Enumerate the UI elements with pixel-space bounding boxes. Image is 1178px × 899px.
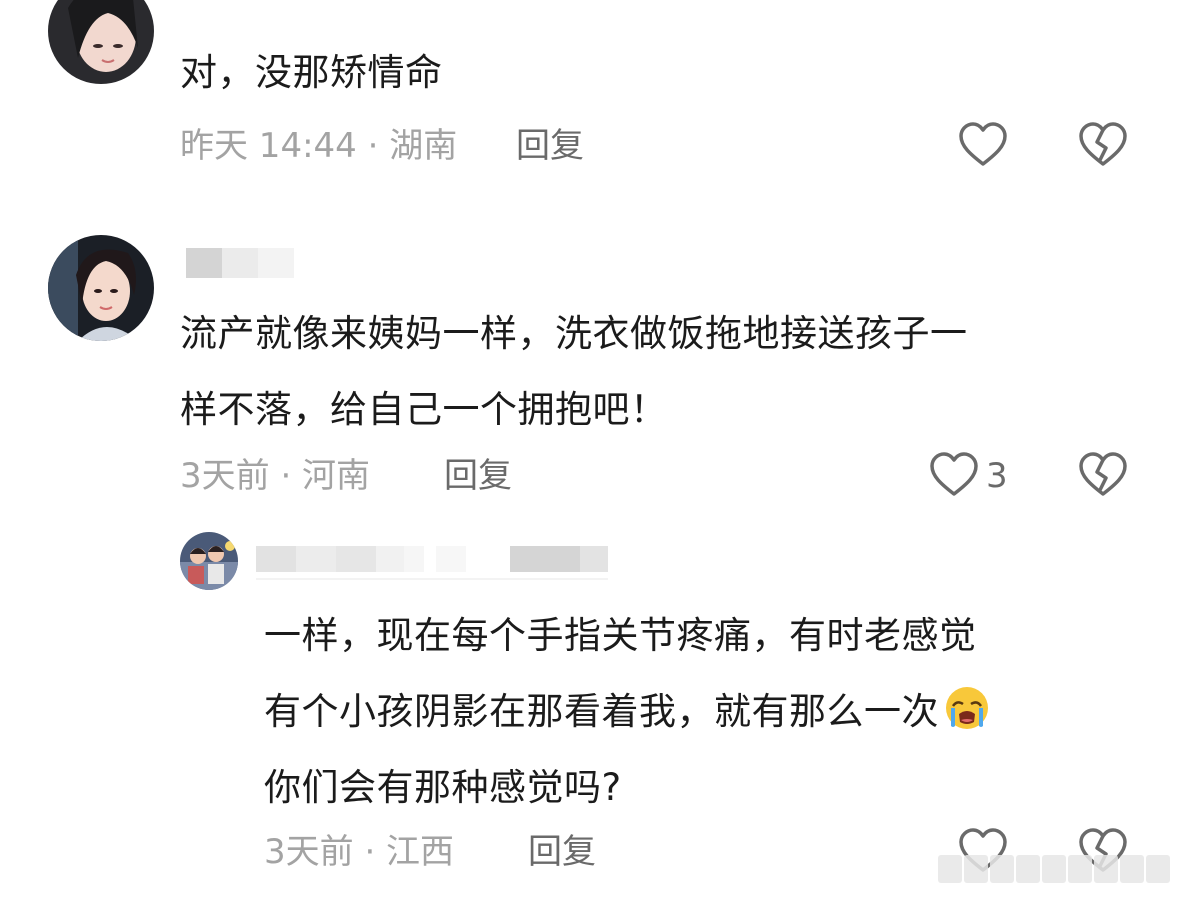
comment-timestamp-location: 3天前 · 河南 bbox=[180, 456, 371, 496]
watermark bbox=[938, 855, 1170, 889]
avatar[interactable] bbox=[48, 235, 154, 341]
avatar[interactable] bbox=[180, 532, 238, 590]
broken-heart-icon[interactable] bbox=[1078, 452, 1128, 502]
username-redacted bbox=[256, 542, 608, 582]
comment-timestamp-location: 昨天 14:44 · 湖南 bbox=[180, 126, 458, 166]
reply-timestamp-location: 3天前 · 江西 bbox=[264, 832, 455, 872]
reply-button[interactable]: 回复 bbox=[444, 456, 512, 496]
avatar[interactable] bbox=[48, 0, 154, 84]
broken-heart-icon[interactable] bbox=[1078, 122, 1128, 172]
comment-text-line: 流产就像来姨妈一样，洗衣做饭拖地接送孩子一 bbox=[180, 312, 968, 355]
comment-text: 对，没那矫情命 bbox=[180, 51, 443, 94]
reply-button[interactable]: 回复 bbox=[516, 126, 584, 166]
heart-outline-icon[interactable] bbox=[958, 122, 1008, 172]
username-redacted bbox=[186, 248, 294, 278]
like-count: 3 bbox=[986, 456, 1008, 496]
reply-text-line: 一样，现在每个手指关节疼痛，有时老感觉 bbox=[264, 614, 977, 657]
loudly-crying-face-icon bbox=[941, 682, 993, 758]
reply-text-segment: 有个小孩阴影在那看着我，就有那么一次 bbox=[264, 690, 939, 733]
reply-button[interactable]: 回复 bbox=[528, 832, 596, 872]
reply-text-line: 有个小孩阴影在那看着我，就有那么一次 bbox=[264, 674, 993, 758]
comment-text-line: 样不落，给自己一个拥抱吧！ bbox=[180, 388, 668, 431]
heart-outline-icon[interactable] bbox=[929, 452, 979, 502]
reply-text-line: 你们会有那种感觉吗? bbox=[264, 766, 622, 809]
